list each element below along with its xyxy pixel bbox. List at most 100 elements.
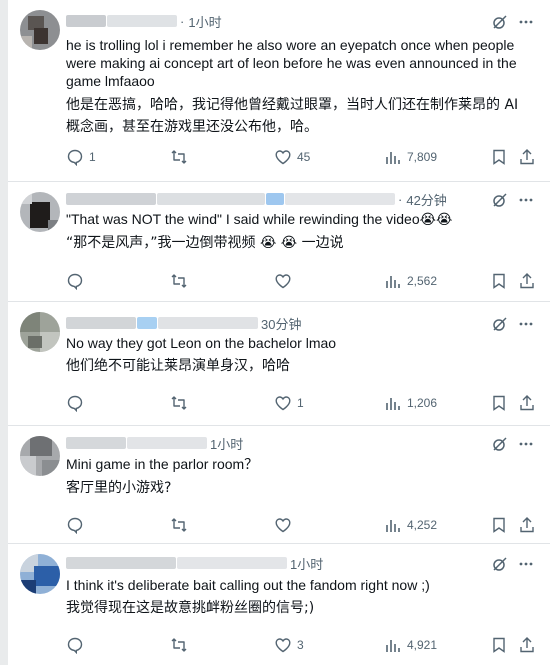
retweet-icon [171,396,187,410]
share-icon [520,637,534,653]
reply-time[interactable]: 1小时 [290,554,323,573]
like-button[interactable]: 1 [274,394,304,412]
avatar[interactable] [20,554,60,594]
share-icon [520,395,534,411]
redacted-handle [127,437,207,449]
views-button[interactable]: 2,562 [384,272,437,290]
reply-icon [67,517,83,534]
reply-time[interactable]: 1小时 [188,12,221,31]
reply-button[interactable] [66,516,89,534]
avatar[interactable] [20,312,60,352]
bookmark-icon [493,637,505,653]
reply-5[interactable]: 1小时 I think it's deliberate bait calling… [8,544,550,665]
retweet-button[interactable] [170,148,193,166]
avatar[interactable] [20,436,60,476]
share-button[interactable] [518,272,536,290]
reply-translation: “那不是风声，”我一边倒带视频 😭 😭 一边说 [66,235,344,251]
reply-2[interactable]: · 42分钟 "That was NOT the wind" I said wh… [8,182,550,302]
reply-actions: 1 45 7,809 [66,148,544,168]
redacted-username [66,15,106,27]
reply-1[interactable]: · 1小时 he is trolling lol i remember he a… [8,0,550,182]
bookmark-icon [493,395,505,411]
redacted-handle [285,193,395,205]
views-count: 1,206 [407,396,438,410]
retweet-button[interactable] [170,516,193,534]
reply-header: · 42分钟 [66,190,447,208]
more-icon[interactable] [518,192,534,208]
reply-actions: 1 1,206 [66,394,544,414]
like-button[interactable] [274,272,297,290]
grok-icon[interactable] [492,436,508,452]
views-button[interactable]: 4,252 [384,516,437,534]
reply-translation: 我觉得现在这是故意挑衅粉丝圈的信号;) [66,600,315,616]
redacted-username [66,557,176,569]
share-icon [520,273,534,289]
reply-time[interactable]: 42分钟 [406,190,446,209]
like-icon [275,396,291,411]
share-button[interactable] [518,394,536,412]
reply-text: he is trolling lol i remember he also wo… [66,37,517,89]
share-button[interactable] [518,636,536,654]
redacted-username [66,317,136,329]
avatar[interactable] [20,10,60,50]
grok-icon[interactable] [492,556,508,572]
retweet-button[interactable] [170,636,193,654]
reply-button[interactable] [66,394,89,412]
views-button[interactable]: 1,206 [384,394,437,412]
like-button[interactable]: 3 [274,636,304,654]
bookmark-button[interactable] [490,394,508,412]
reply-translation: 他们绝不可能让莱昂演单身汉，哈哈 [66,358,290,374]
share-icon [520,517,534,533]
reply-header: 1小时 [66,554,323,572]
more-icon[interactable] [518,556,534,572]
reply-text: No way they got Leon on the bachelor lma… [66,335,337,351]
bookmark-button[interactable] [490,272,508,290]
reply-icon [67,149,83,166]
reply-header: 30分钟 [66,314,301,332]
reply-time[interactable]: 1小时 [210,434,243,453]
reply-button[interactable]: 1 [66,148,96,166]
views-count: 4,921 [407,638,438,652]
redacted-username [66,437,126,449]
reply-actions: 2,562 [66,272,544,292]
reply-translation: 他是在恶搞，哈哈，我记得他曾经戴过眼罩，当时人们还在制作莱昂的 AI 概念画，甚… [66,97,519,135]
reply-count: 1 [89,150,96,164]
more-icon[interactable] [518,436,534,452]
grok-icon[interactable] [492,192,508,208]
retweet-icon [171,150,187,164]
like-count: 3 [297,638,304,652]
reply-button[interactable] [66,636,89,654]
share-button[interactable] [518,148,536,166]
redacted-username [66,193,156,205]
like-button[interactable]: 45 [274,148,310,166]
avatar[interactable] [20,192,60,232]
reply-time[interactable]: 30分钟 [261,314,301,333]
retweet-icon [171,638,187,652]
views-count: 7,809 [407,150,438,164]
share-button[interactable] [518,516,536,534]
more-icon[interactable] [518,316,534,332]
reply-text: I think it's deliberate bait calling out… [66,577,430,593]
bookmark-button[interactable] [490,516,508,534]
more-icon[interactable] [518,14,534,30]
redacted-handle [158,317,258,329]
grok-icon[interactable] [492,316,508,332]
redacted-badge [137,317,157,329]
bookmark-button[interactable] [490,636,508,654]
retweet-button[interactable] [170,394,193,412]
redacted-handle [157,193,265,205]
reply-4[interactable]: 1小时 Mini game in the parlor room？ 客厅里的小游… [8,426,550,544]
share-icon [520,149,534,165]
retweet-button[interactable] [170,272,193,290]
grok-icon[interactable] [492,14,508,30]
reply-button[interactable] [66,272,89,290]
bookmark-button[interactable] [490,148,508,166]
views-button[interactable]: 7,809 [384,148,437,166]
like-button[interactable] [274,516,297,534]
reply-actions: 3 4,921 [66,636,544,656]
views-button[interactable]: 4,921 [384,636,437,654]
reply-header: · 1小时 [66,12,222,30]
like-icon [275,274,291,289]
views-icon [386,520,400,532]
reply-3[interactable]: 30分钟 No way they got Leon on the bachelo… [8,302,550,426]
